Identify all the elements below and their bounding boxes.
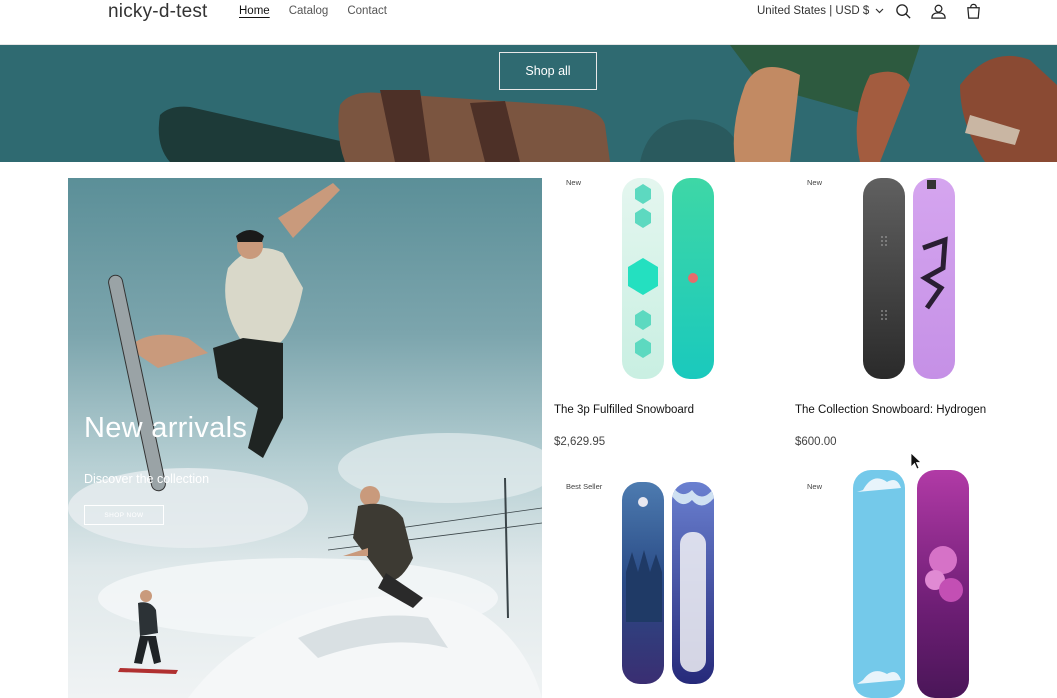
product-title[interactable]: The 3p Fulfilled Snowboard — [554, 404, 694, 416]
chevron-down-icon — [875, 5, 884, 17]
store-logo[interactable]: nicky-d-test — [108, 1, 208, 23]
product-badge: Best Seller — [566, 482, 603, 491]
mouse-cursor-icon — [910, 452, 922, 470]
product-badge: New — [807, 482, 823, 491]
promo-subtitle: Discover the collection — [84, 472, 210, 486]
cart-icon[interactable] — [964, 2, 982, 20]
site-header: nicky-d-test Home Catalog Contact United… — [0, 0, 1057, 45]
nav-contact[interactable]: Contact — [347, 5, 387, 17]
snowboard-graphic — [672, 482, 714, 684]
account-icon[interactable] — [929, 2, 947, 20]
country-selector[interactable]: United States | USD $ — [757, 5, 884, 17]
snowboard-graphic — [622, 482, 664, 684]
product-badge: New — [807, 178, 823, 187]
product-image[interactable]: New — [795, 470, 1025, 698]
snowboard-graphic — [917, 470, 969, 698]
hero-banner: Shop all — [0, 45, 1057, 162]
snowboard-graphic — [853, 470, 905, 698]
product-image[interactable]: Best Seller — [554, 482, 784, 694]
product-title[interactable]: The Collection Snowboard: Hydrogen — [795, 404, 986, 416]
country-label: United States | USD $ — [757, 5, 870, 17]
new-arrivals-collage[interactable]: New arrivals Discover the collection SHO… — [68, 178, 542, 698]
snowboard-graphic — [913, 178, 955, 379]
shop-now-button[interactable]: SHOP NOW — [84, 505, 164, 525]
shop-all-button[interactable]: Shop all — [499, 52, 597, 90]
product-badge: New — [566, 178, 582, 187]
promo-title: New arrivals — [84, 412, 248, 444]
product-image[interactable]: New — [795, 178, 1025, 390]
product-image[interactable]: New — [554, 178, 784, 390]
snowboard-graphic — [863, 178, 905, 379]
snowboard-graphic — [672, 178, 714, 379]
search-icon[interactable] — [894, 2, 912, 20]
main-nav: Home Catalog Contact — [239, 5, 406, 17]
nav-catalog[interactable]: Catalog — [289, 5, 329, 17]
nav-home[interactable]: Home — [239, 5, 270, 17]
product-price: $600.00 — [795, 436, 837, 448]
snowboard-graphic — [622, 178, 664, 379]
product-price: $2,629.95 — [554, 436, 606, 448]
